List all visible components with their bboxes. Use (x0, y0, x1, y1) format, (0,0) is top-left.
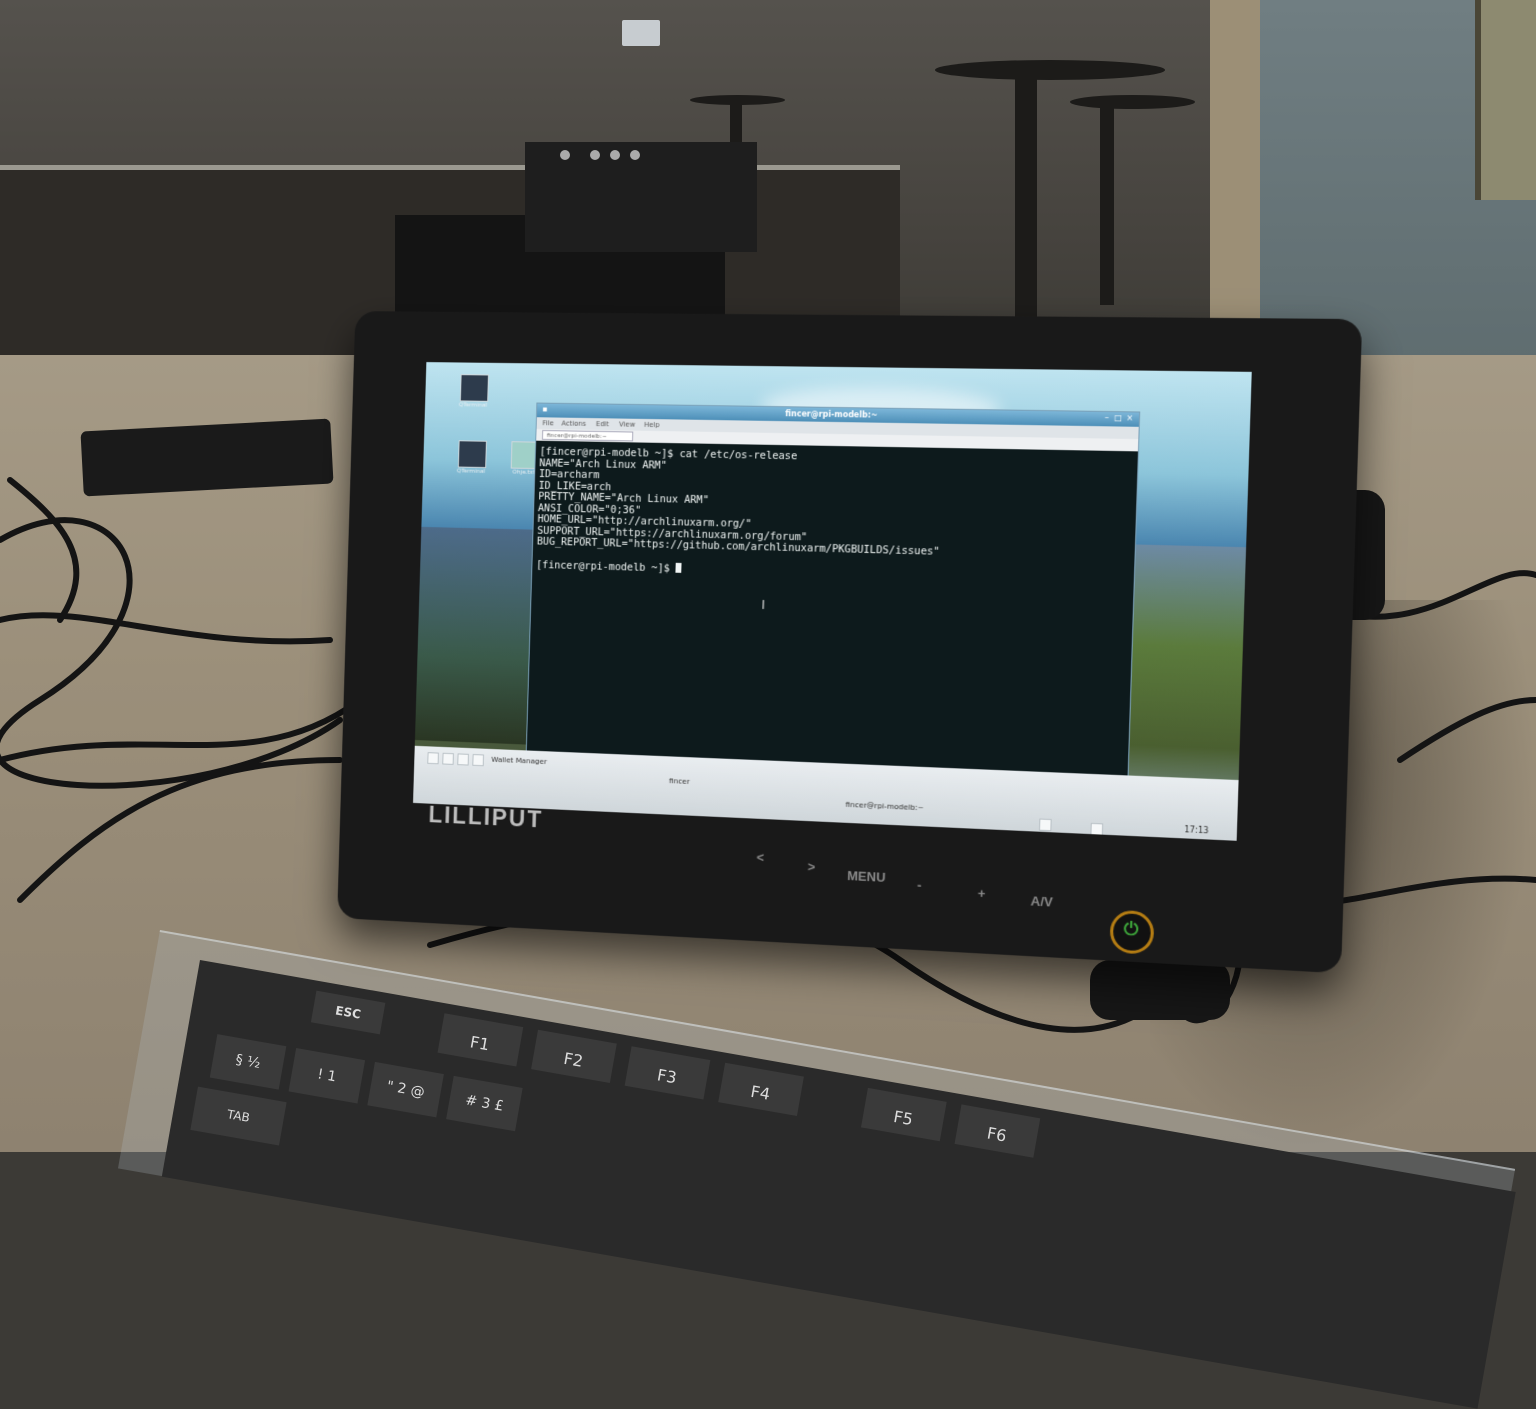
bezel-button-minus[interactable]: - (917, 877, 922, 892)
key-1[interactable]: ! 1 (288, 1048, 366, 1104)
terminal-launcher-icon[interactable] (457, 753, 469, 766)
bezel-button-right[interactable]: > (807, 859, 815, 874)
terminal-icon (459, 374, 489, 402)
desktop-icon-qterminal[interactable]: QTerminal (444, 374, 503, 409)
key-3[interactable]: # 3 £ (446, 1075, 523, 1132)
menu-view[interactable]: View (619, 419, 635, 431)
bezel-button-av[interactable]: A/V (1030, 893, 1053, 909)
terminal-icon (457, 440, 487, 469)
key-2[interactable]: " 2 @ (367, 1061, 444, 1118)
bezel-button-plus[interactable]: + (977, 886, 985, 902)
terminal-tab[interactable]: fincer@rpi-modelb:~ (541, 430, 634, 442)
menu-file[interactable]: File (542, 417, 554, 429)
taskbar-fincer[interactable]: fincer (669, 776, 690, 786)
window-menu-icon[interactable]: ▪ (541, 405, 549, 414)
taskbar-terminal-task[interactable]: fincer@rpi-modelb:~ (845, 800, 924, 813)
minimize-icon[interactable]: – (1103, 413, 1112, 422)
start-menu-icon[interactable] (427, 752, 439, 765)
monitor-screen: QTerminal QTerminal Ohje.txt fincer@rpi-… (413, 362, 1252, 841)
desktop-icon-qterminal-2[interactable]: QTerminal (442, 440, 501, 475)
file-manager-icon[interactable] (472, 754, 484, 767)
taskbar-clock: 17:13 (1184, 825, 1209, 836)
bezel-button-menu[interactable]: MENU (847, 868, 886, 885)
menu-help[interactable]: Help (644, 419, 660, 431)
power-button[interactable]: ⏻ (1109, 909, 1155, 955)
wallpaper-mountains (414, 526, 535, 745)
key-f3[interactable]: F3 (624, 1046, 711, 1100)
key-section[interactable]: § ½ (209, 1034, 287, 1090)
key-f5[interactable]: F5 (860, 1087, 947, 1142)
lilliput-monitor: LILLIPUT < > MENU - + A/V ⏻ QTerminal QT… (337, 311, 1363, 974)
volume-icon[interactable] (1090, 822, 1104, 836)
bezel-button-left[interactable]: < (756, 850, 764, 865)
key-tab[interactable]: TAB (190, 1086, 287, 1146)
show-desktop-icon[interactable] (442, 752, 454, 765)
key-esc[interactable]: ESC (310, 990, 386, 1035)
maximize-icon[interactable]: □ (1114, 413, 1123, 422)
taskbar-wallet-manager[interactable]: Wallet Manager (491, 755, 547, 766)
key-f1[interactable]: F1 (437, 1013, 524, 1067)
key-f4[interactable]: F4 (718, 1062, 804, 1117)
battery-icon[interactable] (1038, 818, 1052, 832)
menu-edit[interactable]: Edit (596, 418, 609, 430)
desktop-icon-label: QTerminal (456, 467, 486, 475)
close-icon[interactable]: × (1125, 413, 1134, 422)
desktop-icon-label: QTerminal (458, 401, 488, 409)
terminal-prompt: [fincer@rpi-modelb ~]$ (536, 559, 677, 575)
menu-actions[interactable]: Actions (561, 418, 586, 430)
terminal-cursor (675, 562, 682, 573)
key-f2[interactable]: F2 (531, 1029, 617, 1084)
power-icon: ⏻ (1123, 918, 1139, 941)
text-cursor-icon: I (761, 597, 766, 613)
key-f6[interactable]: F6 (954, 1104, 1041, 1158)
